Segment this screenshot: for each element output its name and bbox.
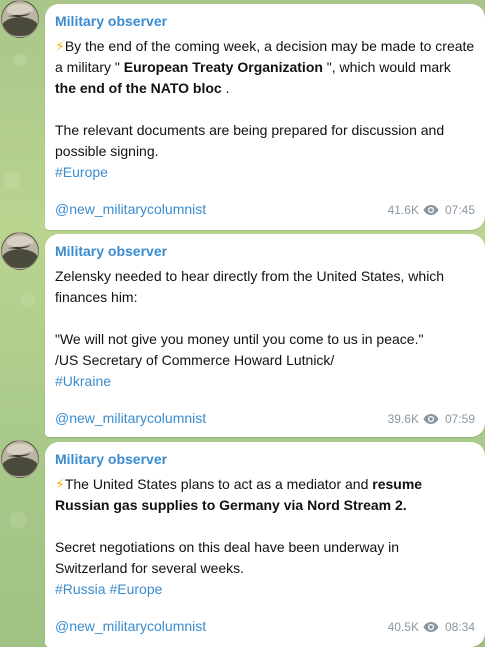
message-meta: 41.6K 07:45: [388, 203, 475, 218]
hashtag-link[interactable]: #Russia #Europe: [55, 579, 475, 600]
message-footer: @new_militarycolumnist 40.5K 08:34: [55, 617, 475, 635]
avatar-image: [2, 1, 38, 37]
text-span: .: [221, 80, 230, 96]
paragraph: The relevant documents are being prepare…: [55, 122, 445, 159]
channel-avatar[interactable]: [1, 0, 39, 38]
paragraph: Zelensky needed to hear directly from th…: [55, 268, 445, 305]
channel-link[interactable]: @new_militarycolumnist: [55, 200, 206, 218]
message-meta: 39.6K 07:59: [388, 412, 475, 427]
avatar-image: [2, 441, 38, 477]
lightning-icon: ⚡: [55, 38, 65, 54]
eye-icon: [423, 205, 439, 215]
eye-icon: [423, 414, 439, 424]
timestamp: 07:45: [444, 203, 475, 217]
view-count: 41.6K: [387, 203, 419, 217]
view-count: 40.5K: [387, 620, 419, 634]
channel-avatar[interactable]: [1, 440, 39, 478]
paragraph: ⚡By the end of the coming week, a decisi…: [55, 36, 475, 99]
paragraph: Secret negotiations on this deal have be…: [55, 539, 400, 576]
message-text: ⚡The United States plans to act as a med…: [55, 474, 475, 600]
message-text: ⚡By the end of the coming week, a decisi…: [55, 36, 475, 183]
sender-name[interactable]: Military observer: [55, 242, 475, 260]
bold-text: the end of the NATO bloc: [55, 80, 222, 96]
hashtag-link[interactable]: #Europe: [55, 162, 475, 183]
sender-name[interactable]: Military observer: [55, 12, 475, 30]
text-span: ", which would mark: [322, 59, 451, 75]
message-footer: @new_militarycolumnist 39.6K 07:59: [55, 409, 475, 427]
sender-name[interactable]: Military observer: [55, 450, 475, 468]
hashtag-link[interactable]: #Ukraine: [55, 371, 475, 392]
message-bubble[interactable]: Military observer ⚡The United States pla…: [45, 442, 485, 647]
channel-link[interactable]: @new_militarycolumnist: [55, 409, 206, 427]
timestamp: 07:59: [444, 412, 475, 426]
paragraph: "We will not give you money until you co…: [55, 331, 424, 347]
channel-link[interactable]: @new_militarycolumnist: [55, 617, 206, 635]
message-bubble[interactable]: Military observer ⚡By the end of the com…: [45, 4, 485, 230]
paragraph: ⚡The United States plans to act as a med…: [55, 474, 475, 516]
avatar-image: [2, 233, 38, 269]
message-meta: 40.5K 08:34: [388, 620, 475, 635]
channel-avatar[interactable]: [1, 232, 39, 270]
bold-text: European Treaty Organization: [123, 59, 323, 75]
timestamp: 08:34: [444, 620, 475, 634]
eye-icon: [423, 622, 439, 632]
view-count: 39.6K: [387, 412, 419, 426]
text-span: The United States plans to act as a medi…: [64, 476, 373, 492]
message-footer: @new_militarycolumnist 41.6K 07:45: [55, 200, 475, 218]
lightning-icon: ⚡: [55, 476, 65, 492]
message-text: Zelensky needed to hear directly from th…: [55, 266, 475, 392]
paragraph: /US Secretary of Commerce Howard Lutnick…: [55, 352, 335, 368]
message-bubble[interactable]: Military observer Zelensky needed to hea…: [45, 234, 485, 437]
